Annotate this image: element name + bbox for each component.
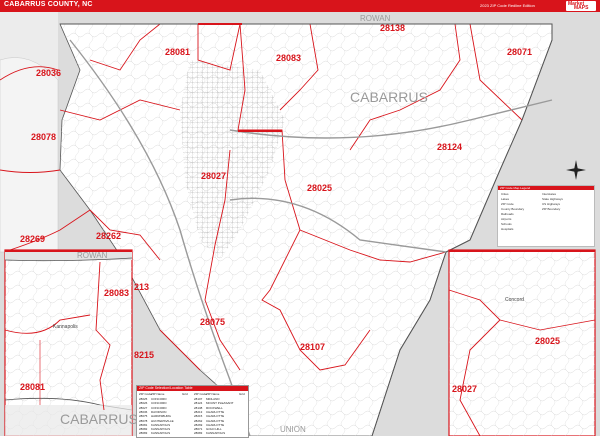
zip-label: 28081 [165,47,190,57]
legend-row: ZIP Code [501,202,514,206]
header-bar: CABARRUS COUNTY, NC 2023 ZIP Code Redlin… [0,0,600,12]
legend-title: ZIP Code Map Legend [498,186,594,190]
edition-label: 2023 ZIP Code Redline Edition [480,3,535,8]
county-label-union: UNION [280,425,306,434]
zip-label: 213 [134,282,149,292]
legend-row: Hospitals [501,227,514,231]
zip-label: 28025 [307,183,332,193]
place-label-concord: Concord [505,297,524,303]
legend-row: Cities [501,192,509,196]
legend-row: Railroads [501,212,514,216]
logo-text-2: MAPS [574,5,589,11]
zip-table-title: ZIP Code Selection/Location Table [137,386,248,391]
legend-row: Airports [501,217,512,221]
zip-label: 28081 [20,382,45,392]
outside-left-shade [0,57,59,253]
zip-label: 28262 [96,231,121,241]
legend-row: Interstates [542,192,557,196]
zip-label: 28083 [276,53,301,63]
county-label-rowan-inset: ROWAN [77,251,108,260]
map-page: CABARRUS ROWAN ROWAN CABARRUS UNION 2808… [0,0,600,438]
zip-label: 28083 [104,288,129,298]
legend-row: County Boundary [501,207,525,211]
legend-row: Schools [501,222,512,226]
map-legend: ZIP Code Map Legend Cities Lakes ZIP Cod… [497,185,595,247]
zip-table-name: KANNAPOLIS [151,431,171,436]
legend-row: US Highways [542,202,561,206]
zip-table-header: ZIP Code [194,392,207,396]
zip-label: 28269 [20,234,45,244]
zip-label: 28138 [380,23,405,33]
zip-table-header: ZIP Code [139,392,152,396]
zip-label: 28036 [36,68,61,78]
zip-table-header: Grid [239,392,245,396]
legend-row: State Highways [542,197,563,201]
zip-label: 28075 [200,317,225,327]
county-label-cabarrus: CABARRUS [350,89,428,105]
zip-table: ZIP Code Selection/Location Table ZIP Co… [136,385,249,438]
zip-label: 28107 [300,342,325,352]
zip-table-header: Grid [182,392,188,396]
zip-table-zip: 28083 [139,431,148,436]
zip-label: 28124 [437,142,462,152]
zip-table-name: KANNAPOLIS [206,431,226,436]
zip-table-zip: 28083 [194,431,203,436]
county-label-rowan-top: ROWAN [360,14,391,23]
legend-row: ZIP Boundary [542,207,561,211]
county-label-cabarrus-inset: CABARRUS [60,411,138,427]
zip-label: 28027 [452,384,477,394]
zip-label: 28071 [507,47,532,57]
place-label-kannapolis: Kannapolis [53,324,78,330]
inset-right-streets [449,250,595,436]
zip-label: 8215 [134,350,154,360]
zip-table-header: ZIP Name [206,392,220,396]
publisher-logo: Market MAPS [566,1,596,11]
zip-label: 28078 [31,132,56,142]
map-title: CABARRUS COUNTY, NC [4,1,93,8]
zip-label: 28027 [201,171,226,181]
zip-label: 28025 [535,336,560,346]
legend-row: Lakes [501,197,510,201]
zip-table-header: ZIP Name [151,392,165,396]
